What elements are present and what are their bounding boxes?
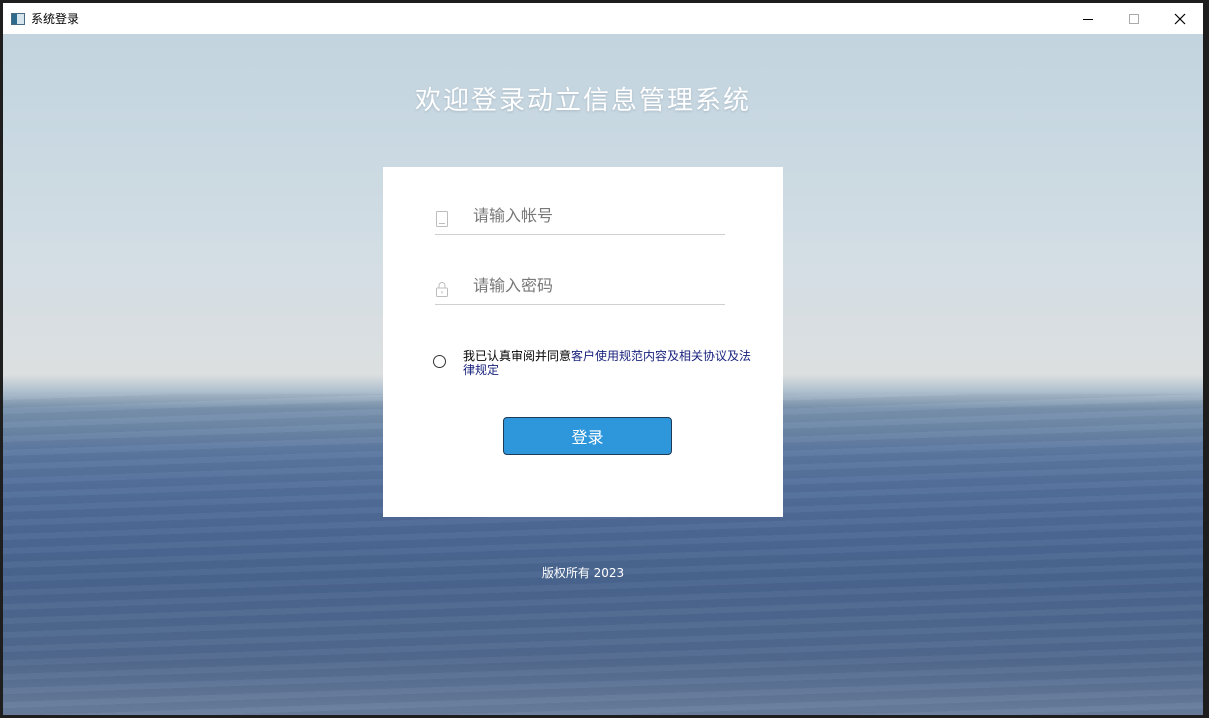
minimize-button[interactable] [1065, 3, 1111, 34]
maximize-button[interactable] [1111, 3, 1157, 34]
account-input[interactable] [473, 202, 723, 228]
maximize-icon [1129, 13, 1139, 24]
account-field [435, 198, 725, 235]
login-button[interactable]: 登录 [503, 417, 672, 455]
close-button[interactable] [1157, 3, 1203, 34]
agreement-radio[interactable] [433, 355, 446, 368]
welcome-heading: 欢迎登录动立信息管理系统 [414, 86, 751, 116]
app-icon [11, 12, 25, 25]
copyright-text: 版权所有 2023 [541, 566, 625, 580]
password-field [435, 268, 725, 305]
title-bar[interactable]: 系统登录 [3, 3, 1203, 34]
window-title: 系统登录 [31, 12, 80, 26]
agreement-text: 我已认真审阅并同意客户使用规范内容及相关协议及法律规定 [463, 349, 753, 377]
minimize-icon [1083, 18, 1093, 20]
background-scene: 欢迎登录动立信息管理系统 我已认真审阅并同意客户使用规范内容及 [3, 34, 1203, 715]
lock-icon [436, 282, 448, 297]
agreement-prefix: 我已认真审阅并同意 [463, 349, 572, 363]
phone-icon [436, 211, 448, 227]
window-controls [1065, 3, 1203, 34]
close-icon [1174, 13, 1186, 24]
login-card: 我已认真审阅并同意客户使用规范内容及相关协议及法律规定 登录 [383, 167, 783, 517]
login-window: 系统登录 欢迎登录动立信息管理系统 请输入帐号 我已认真审阅并同意客户使用规范内… [3, 3, 1203, 715]
password-input[interactable] [473, 272, 723, 298]
